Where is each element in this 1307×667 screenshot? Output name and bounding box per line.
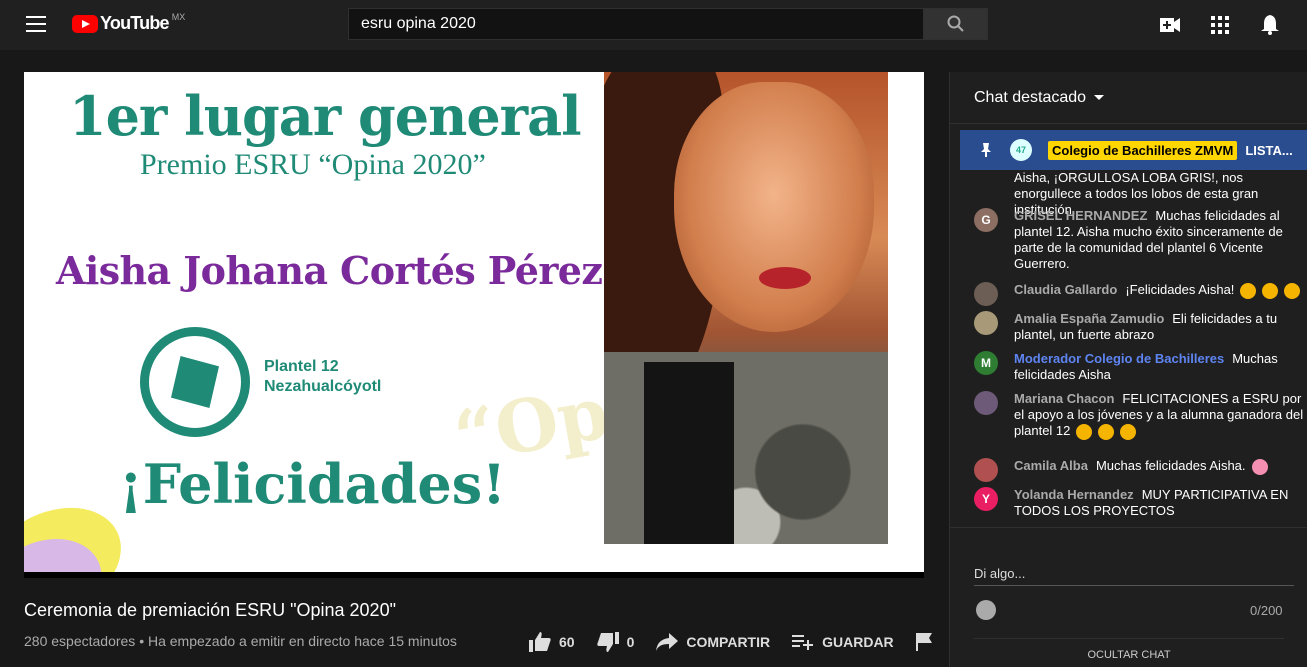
- pinned-author-avatar[interactable]: 47: [1010, 139, 1032, 161]
- save-button[interactable]: GUARDAR: [792, 634, 894, 650]
- video-meta: 280 espectadores • Ha empezado a emitir …: [24, 633, 457, 649]
- share-label: COMPARTIR: [686, 634, 771, 650]
- message-author[interactable]: Yolanda Hernandez: [1014, 487, 1134, 502]
- save-label: GUARDAR: [822, 634, 894, 650]
- chat-message: Y Yolanda Hernandez MUY PARTICIPATIVA EN …: [974, 487, 1304, 519]
- pinned-text: LISTA...: [1245, 142, 1293, 158]
- flag-icon: [915, 633, 932, 651]
- chat-input[interactable]: Di algo...: [974, 566, 1294, 586]
- chat-message: Camila Alba Muchas felicidades Aisha.: [974, 458, 1304, 482]
- notifications-bell-icon[interactable]: [1259, 14, 1281, 36]
- like-count: 60: [559, 634, 575, 650]
- pin-icon: [981, 143, 991, 157]
- playlist-add-icon: [792, 635, 814, 650]
- share-button[interactable]: COMPARTIR: [656, 633, 770, 651]
- photo-lips: [759, 267, 811, 289]
- pinned-message[interactable]: 47 Colegio de Bachilleres ZMVM LISTA...: [960, 130, 1307, 170]
- plantel-label: Plantel 12 Nezahualcóyotl: [264, 357, 381, 397]
- menu-icon[interactable]: [26, 16, 46, 32]
- thumbs-up-icon: [529, 632, 551, 652]
- chat-avatar[interactable]: [974, 458, 998, 482]
- winner-name: Aisha Johana Cortés Pérez: [56, 248, 603, 293]
- photo-shirt: [644, 362, 734, 544]
- search-input[interactable]: [348, 8, 924, 40]
- message-author[interactable]: GRISEL HERNANDEZ: [1014, 208, 1147, 223]
- video-player[interactable]: “Op 1er lugar general Premio ESRU “Opina…: [24, 72, 924, 578]
- plantel-location: Nezahualcóyotl: [264, 378, 382, 395]
- like-button[interactable]: 60: [529, 632, 575, 652]
- chat-messages: Aisha, ¡ORGULLOSA LOBA GRIS!, nos enorgu…: [950, 170, 1307, 530]
- pinned-author[interactable]: Colegio de Bachilleres ZMVM: [1048, 140, 1238, 160]
- chat-avatar[interactable]: G: [974, 208, 998, 232]
- message-author[interactable]: Mariana Chacon: [1014, 391, 1114, 406]
- youtube-logo[interactable]: YouTube MX: [72, 11, 186, 34]
- top-bar: YouTube MX: [0, 0, 1307, 50]
- school-logo: [140, 327, 250, 437]
- message-text: Muchas felicidades Aisha.: [1095, 458, 1246, 473]
- char-counter: 0/200: [1250, 603, 1283, 618]
- video-frame[interactable]: “Op 1er lugar general Premio ESRU “Opina…: [24, 72, 924, 572]
- clap-emoji-icon: [1262, 282, 1279, 299]
- slide-subtitle: Premio ESRU “Opina 2020”: [140, 148, 486, 181]
- video-title: Ceremonia de premiación ESRU "Opina 2020…: [24, 600, 396, 620]
- chat-avatar[interactable]: [974, 282, 998, 306]
- play-logo-icon: [72, 14, 98, 33]
- video-info: Ceremonia de premiación ESRU "Opina 2020…: [24, 600, 932, 652]
- slide-title: 1er lugar general: [69, 84, 582, 148]
- search-bar: [348, 8, 988, 40]
- apps-icon[interactable]: [1209, 14, 1231, 36]
- search-icon: [947, 15, 964, 32]
- message-text: ¡Felicidades Aisha!: [1125, 282, 1235, 297]
- dislike-button[interactable]: 0: [596, 632, 635, 652]
- photo-face: [674, 82, 874, 332]
- clap-emoji-icon: [1076, 423, 1093, 440]
- clap-emoji-icon: [1120, 423, 1137, 440]
- clap-emoji-icon: [1284, 282, 1301, 299]
- chat-message: Mariana Chacon FELICITACIONES a ESRU por …: [974, 391, 1304, 440]
- chat-message: G GRISEL HERNANDEZ Muchas felicidades al …: [974, 208, 1304, 272]
- chat-input-area: Di algo... 0/200 OCULTAR CHAT: [950, 527, 1307, 667]
- message-author[interactable]: Claudia Gallardo: [1014, 282, 1117, 297]
- wolf-logo-icon: [171, 356, 219, 408]
- message-author[interactable]: Camila Alba: [1014, 458, 1088, 473]
- search-button[interactable]: [924, 8, 988, 40]
- cake-emoji-icon: [1251, 458, 1268, 475]
- chat-avatar[interactable]: M: [974, 351, 998, 375]
- report-button[interactable]: [915, 633, 940, 651]
- chat-message: Amalia España Zamudio Eli felicidades a t…: [974, 311, 1304, 343]
- chat-message: M Moderador Colegio de Bachilleres Muchas…: [974, 351, 1304, 383]
- winner-photo: [604, 72, 888, 544]
- clap-emoji-icon: [1240, 282, 1257, 299]
- chat-avatar[interactable]: [974, 311, 998, 335]
- message-author[interactable]: Moderador Colegio de Bachilleres: [1014, 351, 1224, 366]
- hide-chat-button[interactable]: OCULTAR CHAT: [974, 638, 1284, 661]
- emoji-picker-icon[interactable]: [976, 600, 996, 620]
- dropdown-caret-icon: [1094, 95, 1105, 100]
- thumbs-down-icon: [596, 632, 619, 652]
- chat-header-label: Chat destacado: [974, 88, 1087, 106]
- logo-text: YouTube: [100, 13, 170, 33]
- create-video-icon[interactable]: [1159, 14, 1181, 36]
- share-icon: [656, 633, 679, 651]
- message-author[interactable]: Amalia España Zamudio: [1014, 311, 1164, 326]
- chat-mode-dropdown[interactable]: Chat destacado: [950, 72, 1307, 124]
- live-chat: Chat destacado 47 Colegio de Bachilleres…: [949, 72, 1307, 667]
- video-actions: 60 0 COMPARTIR GUARDAR: [529, 632, 962, 652]
- plantel-number: Plantel 12: [264, 358, 339, 375]
- clap-emoji-icon: [1098, 423, 1115, 440]
- chat-avatar[interactable]: Y: [974, 487, 998, 511]
- chat-message: Claudia Gallardo ¡Felicidades Aisha!: [974, 282, 1304, 306]
- logo-country: MX: [171, 11, 186, 22]
- chat-avatar[interactable]: [974, 391, 998, 415]
- congrats-text: ¡Felicidades!: [119, 452, 506, 516]
- dislike-count: 0: [626, 634, 635, 650]
